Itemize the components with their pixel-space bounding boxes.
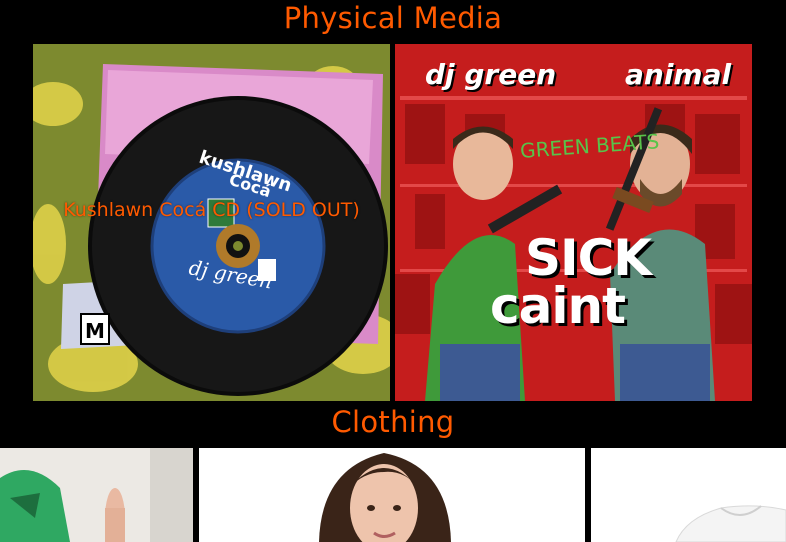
svg-text:M: M [85, 319, 105, 343]
clothing-tile-2[interactable] [199, 448, 585, 542]
clothing-photo-1 [0, 448, 193, 542]
album-title-line1: SICK [525, 229, 652, 287]
album-title-line2: caint [490, 277, 626, 335]
sick-caint-cover-art [395, 44, 752, 401]
product-tile-kushlawn-coca-cd[interactable]: kushlawn Cocá dj green M Kushlawn Cocá C… [33, 44, 390, 401]
clothing-tile-1[interactable] [0, 448, 193, 542]
product-label-kushlawn-coca-cd[interactable]: Kushlawn Cocá CD (SOLD OUT) [33, 199, 390, 221]
clothing-photo-3 [591, 448, 786, 542]
product-tile-sick-caint[interactable]: dj green animal GREEN BEATS SICK caint [395, 44, 752, 401]
clothing-tile-3[interactable] [591, 448, 786, 542]
section-title-clothing: Clothing [331, 405, 455, 439]
album-artist-right: animal [625, 58, 732, 91]
cd-photo: kushlawn Cocá dj green M [33, 44, 390, 401]
clothing-photo-2 [199, 448, 585, 542]
album-artist-left: dj green [425, 58, 557, 91]
section-title-physical-media: Physical Media [283, 1, 503, 35]
